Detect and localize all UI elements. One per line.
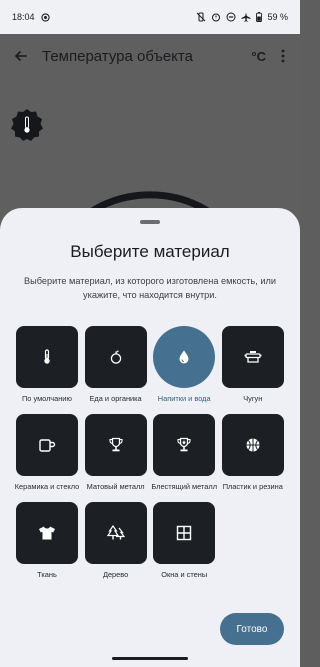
material-label: По умолчанию [22, 394, 72, 403]
gesture-nav-bar[interactable] [112, 657, 188, 660]
material-label: Еда и органика [89, 394, 142, 403]
material-tile-box [221, 414, 284, 476]
material-drinks[interactable]: Напитки и вода [153, 326, 216, 414]
material-plastic[interactable]: Пластик и резина [221, 414, 284, 502]
material-matte-metal[interactable]: Матовый металл [84, 414, 147, 502]
battery-percent: 59 % [267, 12, 288, 22]
material-grid: По умолчанию Еда и органика Напитки и во… [14, 326, 284, 590]
more-vert-icon [281, 49, 285, 63]
apple-icon [110, 350, 121, 364]
water-drop-icon [179, 350, 189, 364]
material-tile-box [84, 326, 147, 388]
material-label: Керамика и стекло [14, 482, 80, 491]
done-button[interactable]: Готово [220, 613, 284, 645]
sheet-description: Выберите материал, из которого изготовле… [24, 276, 276, 300]
shiny-trophy-icon [177, 437, 191, 452]
material-fabric[interactable]: Ткань [16, 502, 78, 590]
material-tile-box [84, 502, 147, 564]
trophy-icon [109, 437, 123, 452]
status-time: 18:04 [12, 12, 35, 22]
material-food[interactable]: Еда и органика [84, 326, 147, 414]
status-icons: 59 % [196, 12, 288, 22]
app-notification-icon [40, 12, 50, 22]
material-label: Пластик и резина [222, 482, 283, 491]
material-label: Блестящий металл [151, 482, 218, 491]
material-ceramics[interactable]: Керамика и стекло [14, 414, 80, 502]
material-label: Напитки и вода [157, 394, 211, 403]
material-label: Окна и стены [161, 570, 208, 579]
material-windows[interactable]: Окна и стены [153, 502, 216, 590]
tshirt-icon [39, 526, 55, 540]
material-tile-box [16, 502, 78, 564]
material-cast-iron[interactable]: Чугун [221, 326, 284, 414]
app-bar: Температура объекта °C [0, 34, 300, 78]
page-title: Температура объекта [42, 47, 193, 65]
window-icon [176, 525, 192, 541]
material-tile-box [153, 326, 216, 388]
material-label: Матовый металл [86, 482, 145, 491]
back-button[interactable] [10, 45, 32, 67]
thermometer-badge-icon [11, 109, 43, 141]
pan-icon [244, 351, 262, 363]
battery-icon [256, 12, 263, 22]
material-label: Дерево [102, 570, 129, 579]
material-tile-box [16, 414, 78, 476]
mug-icon [39, 439, 56, 452]
material-wood[interactable]: Дерево [84, 502, 147, 590]
material-bottom-sheet: Выберите материал Выберите материал, из … [0, 208, 300, 667]
thermometer-icon [44, 349, 50, 364]
material-default[interactable]: По умолчанию [16, 326, 78, 414]
status-bar: 18:04 59 % [0, 0, 300, 34]
dnd-icon [226, 12, 236, 22]
material-tile-box [153, 414, 216, 476]
material-label: Чугун [243, 394, 263, 403]
material-tile-box [84, 414, 147, 476]
more-options-button[interactable] [276, 45, 290, 67]
material-tile-box [153, 502, 216, 564]
unit-toggle-button[interactable]: °C [251, 49, 266, 64]
sheet-drag-handle[interactable] [140, 220, 160, 224]
material-tile-box [221, 326, 284, 388]
airplane-icon [241, 12, 251, 22]
basketball-icon [246, 438, 260, 452]
material-tile-box [16, 326, 78, 388]
alarm-icon [212, 13, 221, 22]
material-label: Ткань [37, 570, 57, 579]
sheet-title: Выберите материал [70, 242, 230, 261]
vibrate-off-icon [197, 12, 206, 22]
forest-icon [106, 525, 125, 540]
material-shiny-metal[interactable]: Блестящий металл [151, 414, 218, 502]
back-arrow-icon [14, 50, 27, 62]
